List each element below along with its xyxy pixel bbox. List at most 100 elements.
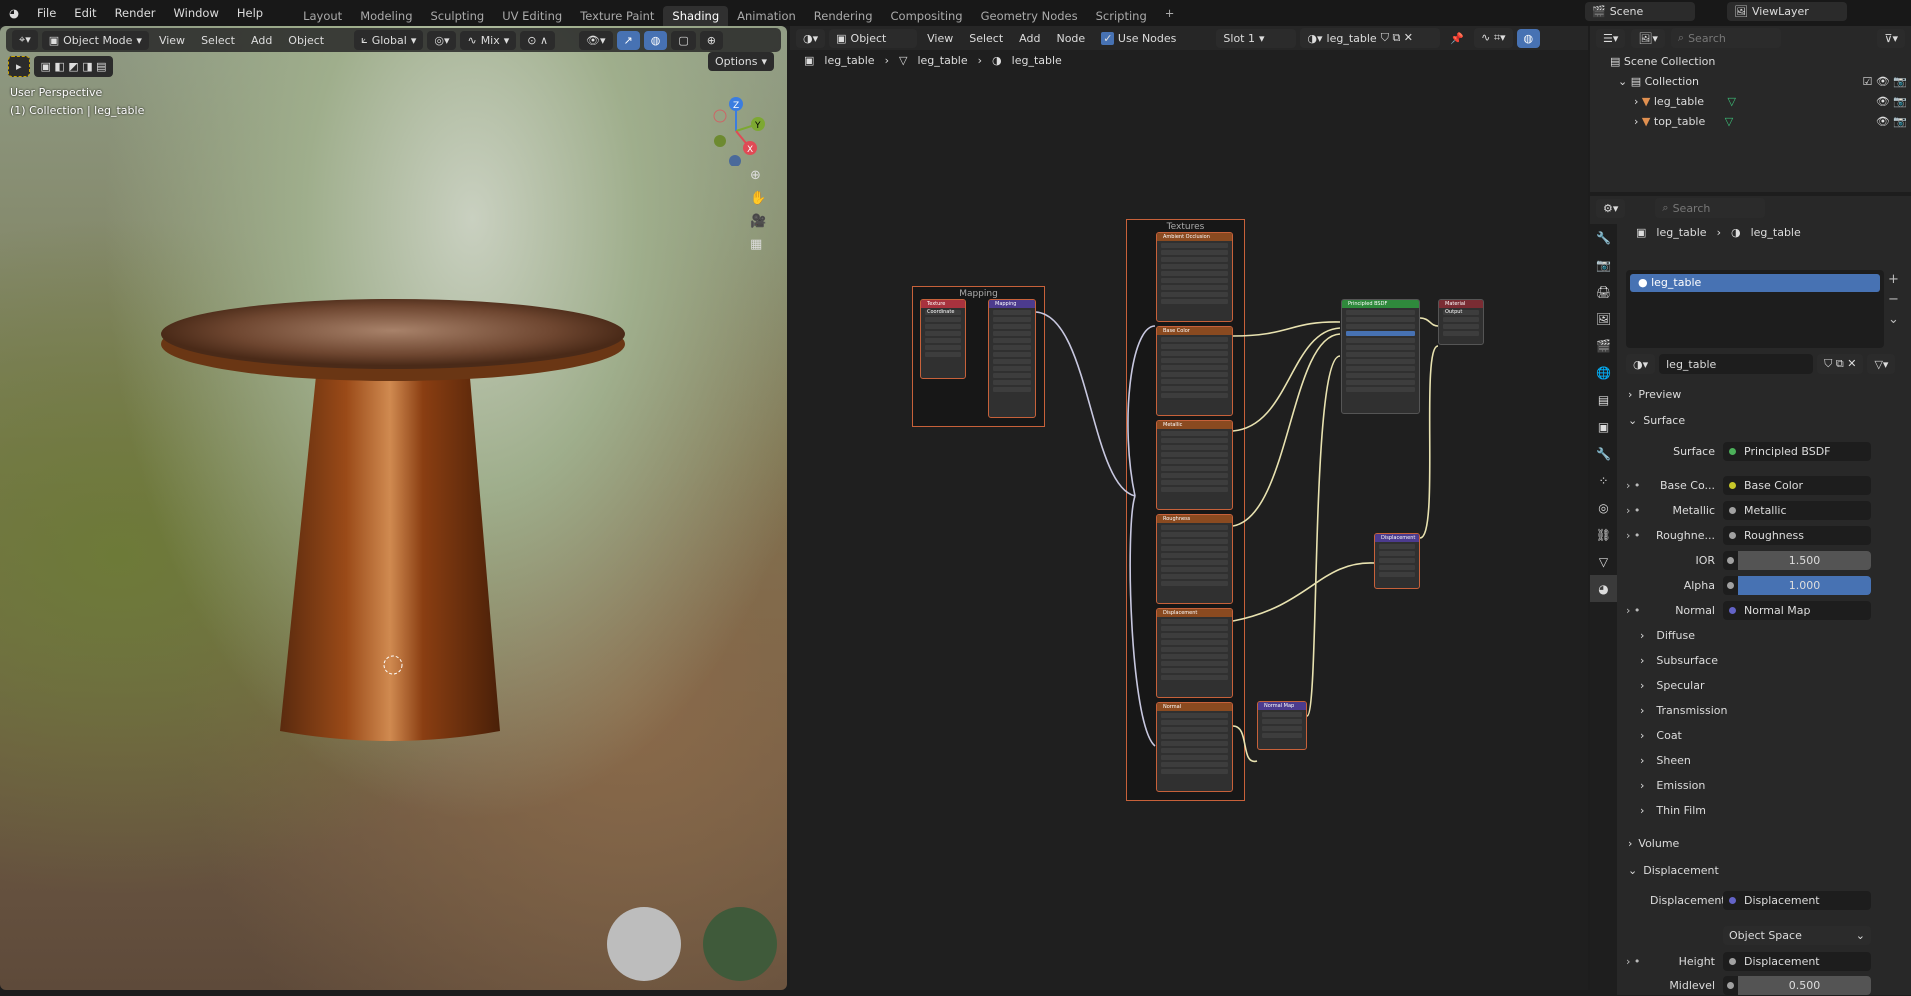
- node-image-texture[interactable]: Base Color: [1156, 326, 1233, 416]
- output-icon[interactable]: 🖨: [1590, 278, 1617, 305]
- view-layer-icon[interactable]: 🖼: [1590, 305, 1617, 332]
- tab-rendering[interactable]: Rendering: [805, 6, 882, 26]
- panel-volume[interactable]: › Volume: [1620, 832, 1911, 854]
- leg-table-visibility-toggles[interactable]: 👁 📷: [1862, 92, 1907, 112]
- menu-help[interactable]: Help: [228, 6, 272, 20]
- select-mode-icons[interactable]: ▣ ◧ ◩ ◨ ▤: [33, 56, 114, 77]
- options-button[interactable]: Options ▾: [708, 52, 774, 71]
- outliner-search[interactable]: ⌕ Search: [1670, 28, 1781, 48]
- slot-add-remove-buttons[interactable]: + − ⌄: [1888, 270, 1899, 330]
- select-tool-icon[interactable]: ▸: [8, 56, 30, 77]
- orientation-selector[interactable]: ⟀ Global ▾: [354, 30, 424, 50]
- material-icon[interactable]: ◕: [1590, 575, 1617, 602]
- modifier-icon[interactable]: 🔧: [1590, 440, 1617, 467]
- tool-icon[interactable]: 🔧: [1590, 224, 1617, 251]
- tab-scripting[interactable]: Scripting: [1087, 6, 1156, 26]
- expand-icon[interactable]: › •: [1620, 479, 1650, 492]
- collection-visibility-toggles[interactable]: ☑ 👁 📷: [1862, 72, 1907, 92]
- subpanel-thin-film[interactable]: › Thin Film: [1620, 799, 1911, 821]
- subpanel-diffuse[interactable]: › Diffuse: [1620, 624, 1911, 646]
- overlay-button[interactable]: ◍: [643, 30, 668, 50]
- display-mode-button[interactable]: 🖼▾: [1631, 28, 1665, 48]
- tab-modeling[interactable]: Modeling: [351, 6, 421, 26]
- pivot-button[interactable]: ◎▾: [427, 30, 457, 50]
- proportional-edit-button[interactable]: ⊙ ∧: [520, 30, 556, 50]
- material-slot-list[interactable]: ● leg_table: [1626, 270, 1884, 348]
- panel-displacement[interactable]: ⌄ Displacement: [1620, 859, 1911, 881]
- zoom-icon[interactable]: ⊕: [750, 168, 766, 183]
- node-image-texture[interactable]: Ambient Occlusion: [1156, 232, 1233, 322]
- menu-render[interactable]: Render: [106, 6, 165, 20]
- tab-uv-editing[interactable]: UV Editing: [493, 6, 571, 26]
- node-image-texture[interactable]: Displacement: [1156, 608, 1233, 698]
- mode-selector[interactable]: ▣ Object Mode ▾: [41, 30, 149, 50]
- panel-preview[interactable]: › Preview: [1620, 383, 1911, 405]
- material-name-field[interactable]: leg_table: [1659, 354, 1814, 374]
- expand-icon[interactable]: › •: [1620, 955, 1650, 968]
- expand-icon[interactable]: › •: [1620, 504, 1650, 517]
- outliner-type-button[interactable]: ☰▾: [1596, 28, 1626, 48]
- property-field[interactable]: Roughness: [1723, 525, 1871, 545]
- tab-sculpting[interactable]: Sculpting: [422, 6, 494, 26]
- world-icon[interactable]: 🌐: [1590, 359, 1617, 386]
- menu-add[interactable]: Add: [245, 34, 278, 47]
- menu-select[interactable]: Select: [195, 34, 241, 47]
- property-field[interactable]: Displacement: [1723, 951, 1871, 971]
- outliner-scene-collection[interactable]: ▤ Scene Collection: [1610, 52, 1736, 72]
- physics-icon[interactable]: ◎: [1590, 494, 1617, 521]
- shading-wireframe-button[interactable]: ⊕: [699, 30, 723, 50]
- node-texture-coordinate[interactable]: Texture Coordinate: [920, 299, 966, 379]
- subpanel-sheen[interactable]: › Sheen: [1620, 749, 1911, 771]
- blender-logo-icon[interactable]: ◕: [0, 6, 28, 20]
- filter-icon[interactable]: ⊽▾: [1877, 28, 1905, 48]
- render-icon[interactable]: 📷: [1590, 251, 1617, 278]
- pan-hand-icon[interactable]: ✋: [750, 191, 766, 206]
- scene-icon[interactable]: 🎬: [1590, 332, 1617, 359]
- data-icon[interactable]: ▽: [1590, 548, 1617, 575]
- menu-view[interactable]: View: [153, 34, 191, 47]
- properties-search[interactable]: ⌕ Search: [1655, 198, 1766, 218]
- subpanel-emission[interactable]: › Emission: [1620, 774, 1911, 796]
- menu-edit[interactable]: Edit: [65, 6, 105, 20]
- expand-icon[interactable]: › •: [1620, 529, 1650, 542]
- menu-file[interactable]: File: [28, 6, 65, 20]
- property-field[interactable]: Principled BSDF: [1723, 441, 1871, 461]
- node-image-texture[interactable]: Roughness: [1156, 514, 1233, 604]
- scene-selector[interactable]: 🎬 Scene: [1585, 2, 1695, 21]
- node-material-output[interactable]: Material Output: [1438, 299, 1484, 345]
- expand-icon[interactable]: › •: [1620, 604, 1650, 617]
- grid-perspective-icon[interactable]: ▦: [750, 237, 766, 252]
- subpanel-specular[interactable]: › Specular: [1620, 674, 1911, 696]
- outliner-leg-table[interactable]: › ▼ leg_table ▽: [1610, 92, 1736, 112]
- tab-shading[interactable]: Shading: [663, 6, 729, 26]
- node-principled-bsdf[interactable]: Principled BSDF: [1341, 299, 1420, 414]
- navigation-gizmo[interactable]: Z Y X: [700, 86, 780, 166]
- tab-layout[interactable]: Layout: [294, 6, 351, 26]
- property-field[interactable]: Object Space ⌄: [1723, 925, 1871, 945]
- property-field[interactable]: 1.500: [1723, 550, 1871, 570]
- material-actions[interactable]: ⛉ ⧉ ✕: [1817, 354, 1864, 374]
- add-workspace-button[interactable]: +: [1156, 3, 1184, 23]
- node-image-texture[interactable]: Normal: [1156, 702, 1233, 792]
- property-field[interactable]: Displacement: [1723, 890, 1871, 910]
- property-field[interactable]: Metallic: [1723, 500, 1871, 520]
- material-slot-item[interactable]: ● leg_table: [1630, 274, 1880, 292]
- tab-geometry-nodes[interactable]: Geometry Nodes: [972, 6, 1087, 26]
- property-field[interactable]: 1.000: [1723, 575, 1871, 595]
- menu-object[interactable]: Object: [282, 34, 330, 47]
- gizmo-button[interactable]: ↗: [616, 30, 640, 50]
- camera-icon[interactable]: 🎥: [750, 214, 766, 229]
- menu-window[interactable]: Window: [165, 6, 228, 20]
- property-field[interactable]: Normal Map: [1723, 600, 1871, 620]
- node-normal-map[interactable]: Normal Map: [1257, 701, 1307, 750]
- panel-surface[interactable]: ⌄ Surface: [1620, 409, 1911, 431]
- tab-animation[interactable]: Animation: [728, 6, 805, 26]
- constraints-icon[interactable]: ⛓: [1590, 521, 1617, 548]
- visibility-button[interactable]: 👁▾: [579, 30, 613, 50]
- browse-material-button[interactable]: ◑▾: [1626, 354, 1656, 374]
- collection-icon[interactable]: ▤: [1590, 386, 1617, 413]
- subpanel-subsurface[interactable]: › Subsurface: [1620, 649, 1911, 671]
- link-mesh-button[interactable]: ▽▾: [1867, 354, 1896, 374]
- xray-button[interactable]: ▢: [671, 30, 696, 50]
- properties-type-button[interactable]: ⚙▾: [1596, 198, 1626, 218]
